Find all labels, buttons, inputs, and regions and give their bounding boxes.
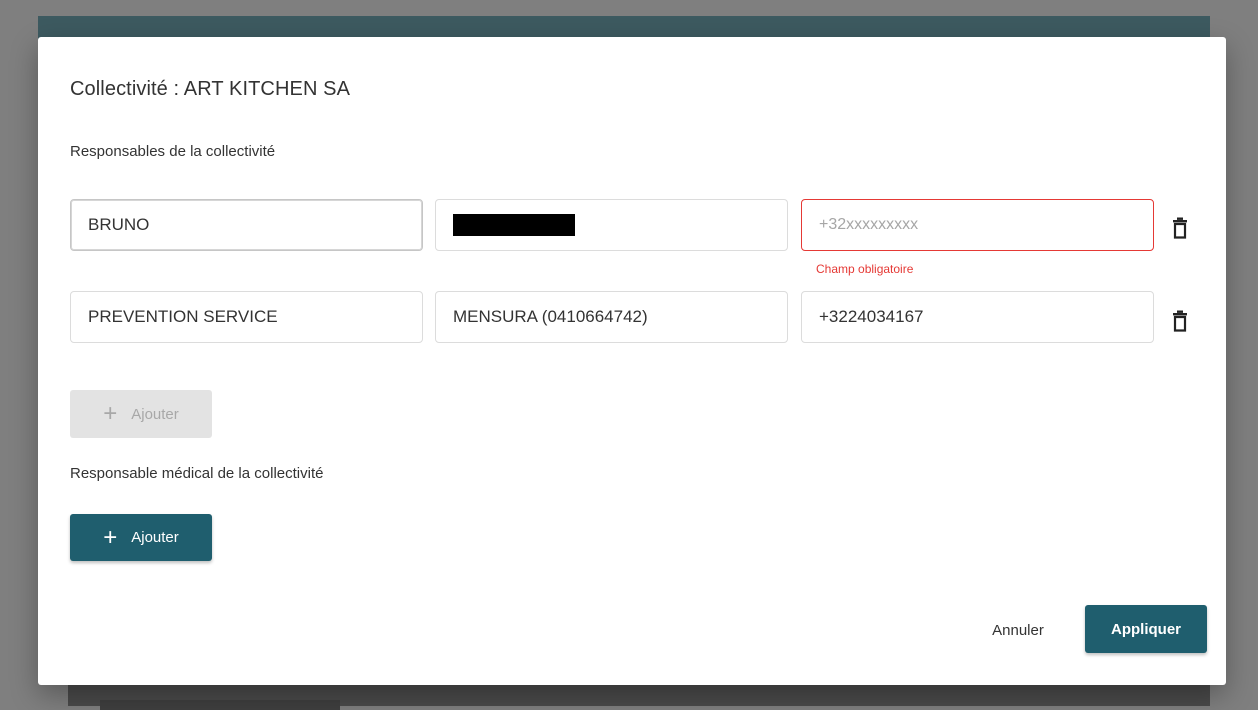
add-responsable-label: Ajouter (131, 405, 179, 423)
responsable-2-organization-value: MENSURA (0410664742) (453, 307, 648, 326)
redacted-value (453, 214, 575, 236)
medical-section-label: Responsable médical de la collectivité (70, 465, 324, 482)
phone-error-message: Champ obligatoire (816, 262, 914, 276)
responsables-section-label: Responsables de la collectivité (70, 143, 276, 160)
responsable-2-phone-input[interactable]: +3224034167 (801, 291, 1154, 343)
delete-row-1-button[interactable] (1170, 215, 1190, 241)
background-faded-heading (100, 700, 340, 710)
responsable-1-organization-input[interactable] (435, 199, 788, 251)
dialog-title: Collectivité : ART KITCHEN SA (70, 78, 351, 100)
add-medical-label: Ajouter (131, 529, 179, 546)
cancel-label: Annuler (992, 621, 1044, 639)
responsable-1-name-value: BRUNO (88, 215, 150, 234)
responsable-2-name-value: PREVENTION SERVICE (88, 307, 278, 326)
responsable-1-phone-input[interactable]: +32xxxxxxxxx (801, 199, 1154, 251)
plus-icon: + (103, 400, 118, 427)
trash-icon (1173, 217, 1187, 239)
cancel-button[interactable]: Annuler (976, 606, 1060, 654)
responsable-1-name-input[interactable]: BRUNO (70, 199, 423, 251)
apply-label: Appliquer (1111, 620, 1181, 638)
collectivite-dialog: Collectivité : ART KITCHEN SA Responsabl… (38, 37, 1226, 685)
delete-row-2-button[interactable] (1170, 308, 1190, 334)
add-medical-responsable-button[interactable]: + Ajouter (70, 514, 212, 561)
plus-icon: + (103, 523, 118, 551)
apply-button[interactable]: Appliquer (1085, 605, 1207, 653)
responsable-1-phone-placeholder: +32xxxxxxxxx (819, 216, 919, 233)
responsable-2-phone-value: +3224034167 (819, 307, 924, 326)
responsable-2-name-input[interactable]: PREVENTION SERVICE (70, 291, 423, 343)
trash-icon (1173, 310, 1187, 332)
add-responsable-button[interactable]: + Ajouter (70, 390, 212, 438)
responsable-2-organization-input[interactable]: MENSURA (0410664742) (435, 291, 788, 343)
